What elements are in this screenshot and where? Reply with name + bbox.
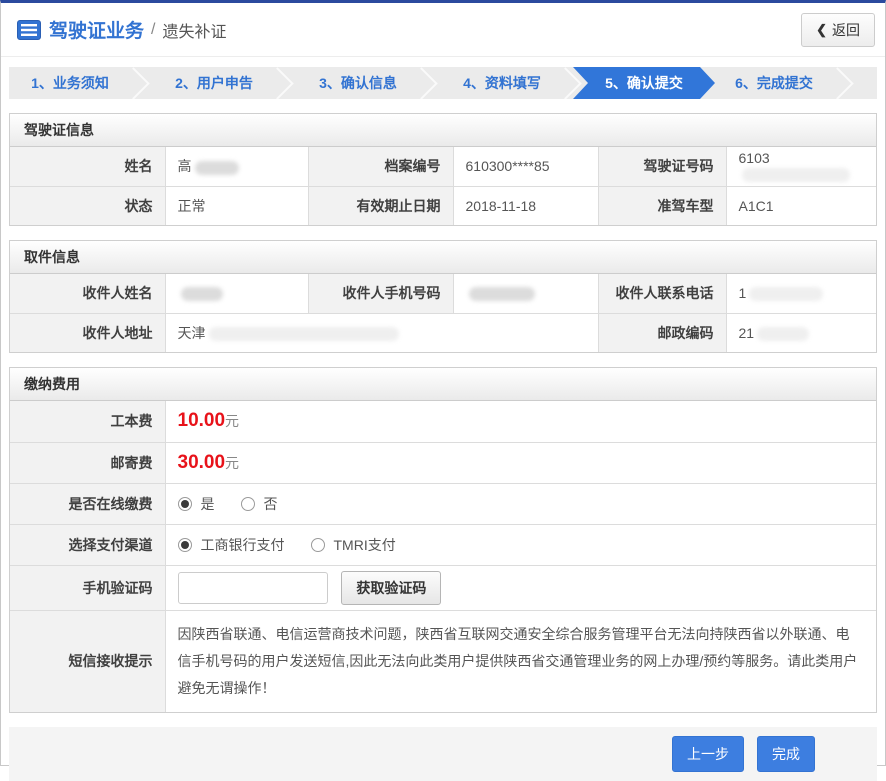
vehicle-class-label: 准驾车型 bbox=[598, 186, 726, 225]
main-content: 1、业务须知 2、用户申告 3、确认信息 4、资料填写 5、确认提交 6、完成提… bbox=[1, 57, 885, 781]
license-info-title: 驾驶证信息 bbox=[10, 114, 876, 147]
pickup-info-table: 收件人姓名 收件人手机号码 收件人联系电话 1 收件人地址 天津 邮政编码 21 bbox=[10, 274, 876, 352]
fees-section: 缴纳费用 工本费 10.00元 邮寄费 30.00元 是否在线缴费 是 否 bbox=[9, 367, 877, 713]
redaction-blur bbox=[195, 161, 239, 175]
page-header: 驾驶证业务 / 遗失补证 ❮ 返回 bbox=[1, 3, 885, 57]
step-separator bbox=[275, 67, 297, 99]
online-pay-value: 是 否 bbox=[165, 483, 876, 524]
step-separator bbox=[419, 67, 441, 99]
pay-channel-tmri-option[interactable]: TMRI支付 bbox=[311, 535, 396, 555]
table-row: 状态 正常 有效期止日期 2018-11-18 准驾车型 A1C1 bbox=[10, 186, 876, 225]
table-row: 短信接收提示 因陕西省联通、电信运营商技术问题，陕西省互联网交通安全综合服务管理… bbox=[10, 610, 876, 712]
sms-notice-label: 短信接收提示 bbox=[10, 610, 165, 712]
step-4-fill-data[interactable]: 4、资料填写 bbox=[441, 67, 563, 99]
license-no-label: 驾驶证号码 bbox=[598, 147, 726, 186]
finish-button[interactable]: 完成 bbox=[757, 736, 815, 772]
radio-selected-icon[interactable] bbox=[178, 538, 192, 552]
step-2-user-declaration[interactable]: 2、用户申告 bbox=[153, 67, 275, 99]
table-row: 姓名 高 档案编号 610300****85 驾驶证号码 6103 bbox=[10, 147, 876, 186]
radio-unselected-icon[interactable] bbox=[241, 497, 255, 511]
work-fee-label: 工本费 bbox=[10, 401, 165, 442]
sms-code-cell: 获取验证码 bbox=[165, 565, 876, 610]
radio-selected-icon[interactable] bbox=[178, 497, 192, 511]
page-title: 驾驶证业务 bbox=[49, 16, 144, 43]
post-fee-unit: 元 bbox=[225, 455, 239, 471]
pay-channel-icbc-option[interactable]: 工商银行支付 bbox=[178, 535, 285, 555]
table-row: 邮寄费 30.00元 bbox=[10, 442, 876, 483]
license-no-value: 6103 bbox=[726, 147, 876, 186]
name-value: 高 bbox=[165, 147, 308, 186]
vehicle-class-value: A1C1 bbox=[726, 186, 876, 225]
step-bar-filler bbox=[857, 67, 877, 99]
redaction-blur bbox=[742, 168, 850, 182]
table-row: 工本费 10.00元 bbox=[10, 401, 876, 442]
recipient-name-label: 收件人姓名 bbox=[10, 274, 165, 313]
table-row: 收件人地址 天津 邮政编码 21 bbox=[10, 313, 876, 352]
breadcrumb-current: 遗失补证 bbox=[162, 18, 226, 42]
step-3-confirm-info[interactable]: 3、确认信息 bbox=[297, 67, 419, 99]
step-separator bbox=[835, 67, 857, 99]
work-fee-unit: 元 bbox=[225, 413, 239, 429]
redaction-blur bbox=[749, 287, 823, 301]
redaction-blur bbox=[469, 287, 535, 301]
step-separator bbox=[131, 67, 153, 99]
pay-channel-value: 工商银行支付 TMRI支付 bbox=[165, 524, 876, 565]
step-6-finish-submit[interactable]: 6、完成提交 bbox=[713, 67, 835, 99]
recipient-mobile-value bbox=[453, 274, 598, 313]
previous-step-button[interactable]: 上一步 bbox=[672, 736, 744, 772]
work-fee-value: 10.00元 bbox=[165, 401, 876, 442]
post-fee-label: 邮寄费 bbox=[10, 442, 165, 483]
step-5-confirm-submit-active[interactable]: 5、确认提交 bbox=[573, 67, 715, 99]
status-value: 正常 bbox=[165, 186, 308, 225]
recipient-phone-value: 1 bbox=[726, 274, 876, 313]
chevron-left-icon: ❮ bbox=[816, 22, 827, 38]
table-row: 收件人姓名 收件人手机号码 收件人联系电话 1 bbox=[10, 274, 876, 313]
breadcrumb-divider: / bbox=[151, 21, 155, 39]
get-sms-code-button[interactable]: 获取验证码 bbox=[341, 571, 441, 605]
pickup-info-title: 取件信息 bbox=[10, 241, 876, 274]
step-wizard: 1、业务须知 2、用户申告 3、确认信息 4、资料填写 5、确认提交 6、完成提… bbox=[9, 67, 877, 99]
step-1-business-notice[interactable]: 1、业务须知 bbox=[9, 67, 131, 99]
recipient-address-value: 天津 bbox=[165, 313, 598, 352]
license-info-table: 姓名 高 档案编号 610300****85 驾驶证号码 6103 状态 正常 … bbox=[10, 147, 876, 225]
recipient-address-label: 收件人地址 bbox=[10, 313, 165, 352]
work-fee-amount: 10.00 bbox=[178, 410, 226, 431]
fees-title: 缴纳费用 bbox=[10, 368, 876, 401]
recipient-phone-label: 收件人联系电话 bbox=[598, 274, 726, 313]
status-label: 状态 bbox=[10, 186, 165, 225]
recipient-mobile-label: 收件人手机号码 bbox=[308, 274, 453, 313]
table-row: 选择支付渠道 工商银行支付 TMRI支付 bbox=[10, 524, 876, 565]
zip-code-value: 21 bbox=[726, 313, 876, 352]
fees-table: 工本费 10.00元 邮寄费 30.00元 是否在线缴费 是 否 选择支付渠道 bbox=[10, 401, 876, 712]
recipient-name-value bbox=[165, 274, 308, 313]
footer-action-bar: 上一步 完成 bbox=[9, 727, 877, 781]
name-label: 姓名 bbox=[10, 147, 165, 186]
license-list-icon bbox=[17, 20, 41, 40]
zip-code-label: 邮政编码 bbox=[598, 313, 726, 352]
radio-unselected-icon[interactable] bbox=[311, 538, 325, 552]
sms-code-label: 手机验证码 bbox=[10, 565, 165, 610]
redaction-blur bbox=[209, 327, 399, 341]
back-button-label: 返回 bbox=[832, 20, 860, 40]
pay-channel-label: 选择支付渠道 bbox=[10, 524, 165, 565]
license-info-section: 驾驶证信息 姓名 高 档案编号 610300****85 驾驶证号码 6103 … bbox=[9, 113, 877, 226]
online-pay-no-option[interactable]: 否 bbox=[241, 494, 278, 514]
redaction-blur bbox=[181, 287, 223, 301]
table-row: 手机验证码 获取验证码 bbox=[10, 565, 876, 610]
post-fee-value: 30.00元 bbox=[165, 442, 876, 483]
redaction-blur bbox=[757, 327, 809, 341]
valid-until-value: 2018-11-18 bbox=[453, 186, 598, 225]
online-pay-label: 是否在线缴费 bbox=[10, 483, 165, 524]
file-no-label: 档案编号 bbox=[308, 147, 453, 186]
file-no-value: 610300****85 bbox=[453, 147, 598, 186]
post-fee-amount: 30.00 bbox=[178, 452, 226, 473]
valid-until-label: 有效期止日期 bbox=[308, 186, 453, 225]
table-row: 是否在线缴费 是 否 bbox=[10, 483, 876, 524]
sms-notice-text: 因陕西省联通、电信运营商技术问题，陕西省互联网交通安全综合服务管理平台无法向持陕… bbox=[165, 610, 876, 712]
pickup-info-section: 取件信息 收件人姓名 收件人手机号码 收件人联系电话 1 收件人地址 天津 邮政… bbox=[9, 240, 877, 353]
online-pay-yes-option[interactable]: 是 bbox=[178, 494, 215, 514]
back-button[interactable]: ❮ 返回 bbox=[801, 13, 875, 47]
sms-code-input[interactable] bbox=[178, 572, 328, 604]
